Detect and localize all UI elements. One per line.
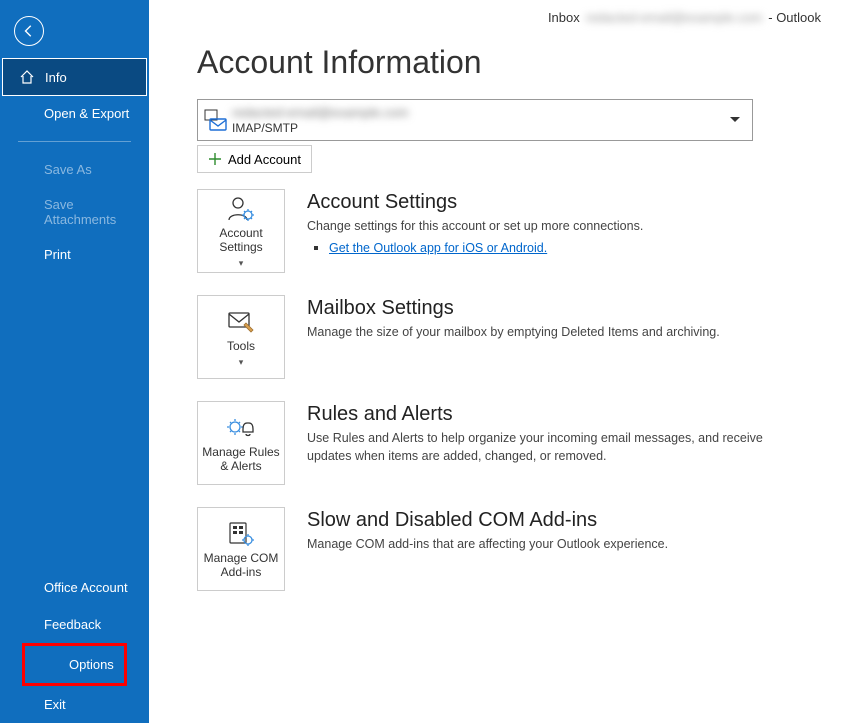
- heading-mailbox: Mailbox Settings: [307, 297, 823, 320]
- nav-save-attachments: Save Attachments: [0, 187, 149, 237]
- window-title: Inbox redacted-email@example.com - Outlo…: [548, 10, 821, 25]
- nav-info-label: Info: [45, 70, 67, 85]
- mailbox-tools-icon: [226, 307, 256, 337]
- back-arrow-icon: [22, 24, 36, 38]
- gear-bell-icon: [225, 413, 257, 443]
- nav-office-account[interactable]: Office Account: [0, 569, 149, 606]
- account-email: redacted-email@example.com: [232, 105, 752, 121]
- desc-account-settings: Change settings for this account or set …: [307, 218, 777, 236]
- section-mailbox: Tools ▾ Mailbox Settings Manage the size…: [197, 295, 823, 379]
- tile-account-settings[interactable]: Account Settings ▾: [197, 189, 285, 273]
- chevron-down-icon: ▾: [239, 258, 244, 268]
- nav-save-as-label: Save As: [18, 162, 92, 177]
- nav-info[interactable]: Info: [2, 58, 147, 96]
- desc-rules: Use Rules and Alerts to help organize yo…: [307, 430, 777, 465]
- sidebar-bottom: Office Account Feedback Options Exit: [0, 569, 149, 723]
- titlebar-context: Inbox: [548, 10, 580, 25]
- tile-addins[interactable]: Manage COM Add-ins: [197, 507, 285, 591]
- account-protocol: IMAP/SMTP: [232, 121, 752, 135]
- dropdown-caret-icon: [730, 117, 740, 123]
- nav-options-label: Options: [69, 657, 114, 672]
- chevron-down-icon: ▾: [239, 357, 244, 367]
- tile-account-settings-label: Account Settings: [200, 227, 282, 255]
- nav-save-as: Save As: [0, 152, 149, 187]
- section-account-settings: Account Settings ▾ Account Settings Chan…: [197, 189, 823, 273]
- nav-options[interactable]: Options: [22, 643, 127, 686]
- nav-exit-label: Exit: [44, 697, 66, 712]
- add-account-button[interactable]: Add Account: [197, 145, 312, 173]
- sidebar-divider: [18, 141, 131, 142]
- heading-account-settings: Account Settings: [307, 191, 823, 214]
- nav-print-label: Print: [18, 247, 71, 262]
- titlebar-email: redacted-email@example.com: [586, 10, 763, 25]
- link-outlook-app[interactable]: Get the Outlook app for iOS or Android.: [329, 241, 547, 255]
- plus-icon: [208, 152, 222, 166]
- back-button[interactable]: [14, 16, 44, 46]
- account-text: redacted-email@example.com IMAP/SMTP: [232, 105, 752, 135]
- account-dropdown[interactable]: redacted-email@example.com IMAP/SMTP: [197, 99, 753, 141]
- add-account-label: Add Account: [228, 152, 301, 167]
- heading-rules: Rules and Alerts: [307, 403, 823, 426]
- section-rules: Manage Rules & Alerts Rules and Alerts U…: [197, 401, 823, 485]
- desc-mailbox: Manage the size of your mailbox by empty…: [307, 324, 777, 342]
- tile-addins-label: Manage COM Add-ins: [200, 552, 282, 580]
- nav-open-export-label: Open & Export: [18, 106, 129, 121]
- nav-exit[interactable]: Exit: [0, 686, 149, 723]
- tile-rules-label: Manage Rules & Alerts: [200, 446, 282, 474]
- tile-tools[interactable]: Tools ▾: [197, 295, 285, 379]
- mail-account-icon: [198, 107, 232, 133]
- addins-gear-icon: [226, 519, 256, 549]
- tile-rules[interactable]: Manage Rules & Alerts: [197, 401, 285, 485]
- desc-addins: Manage COM add-ins that are affecting yo…: [307, 536, 777, 554]
- backstage-sidebar: Info Open & Export Save As Save Attachme…: [0, 0, 149, 723]
- main-content: Inbox redacted-email@example.com - Outlo…: [149, 0, 843, 723]
- person-gear-icon: [226, 194, 256, 224]
- nav-feedback[interactable]: Feedback: [0, 606, 149, 643]
- home-icon: [19, 69, 35, 85]
- nav-open-export[interactable]: Open & Export: [0, 96, 149, 131]
- heading-addins: Slow and Disabled COM Add-ins: [307, 509, 823, 532]
- nav-save-attachments-label: Save Attachments: [18, 197, 135, 227]
- page-title: Account Information: [197, 44, 823, 81]
- tile-tools-label: Tools: [227, 340, 255, 354]
- titlebar-suffix: - Outlook: [768, 10, 821, 25]
- section-addins: Manage COM Add-ins Slow and Disabled COM…: [197, 507, 823, 591]
- nav-office-account-label: Office Account: [44, 580, 128, 595]
- nav-print[interactable]: Print: [0, 237, 149, 272]
- nav-feedback-label: Feedback: [44, 617, 101, 632]
